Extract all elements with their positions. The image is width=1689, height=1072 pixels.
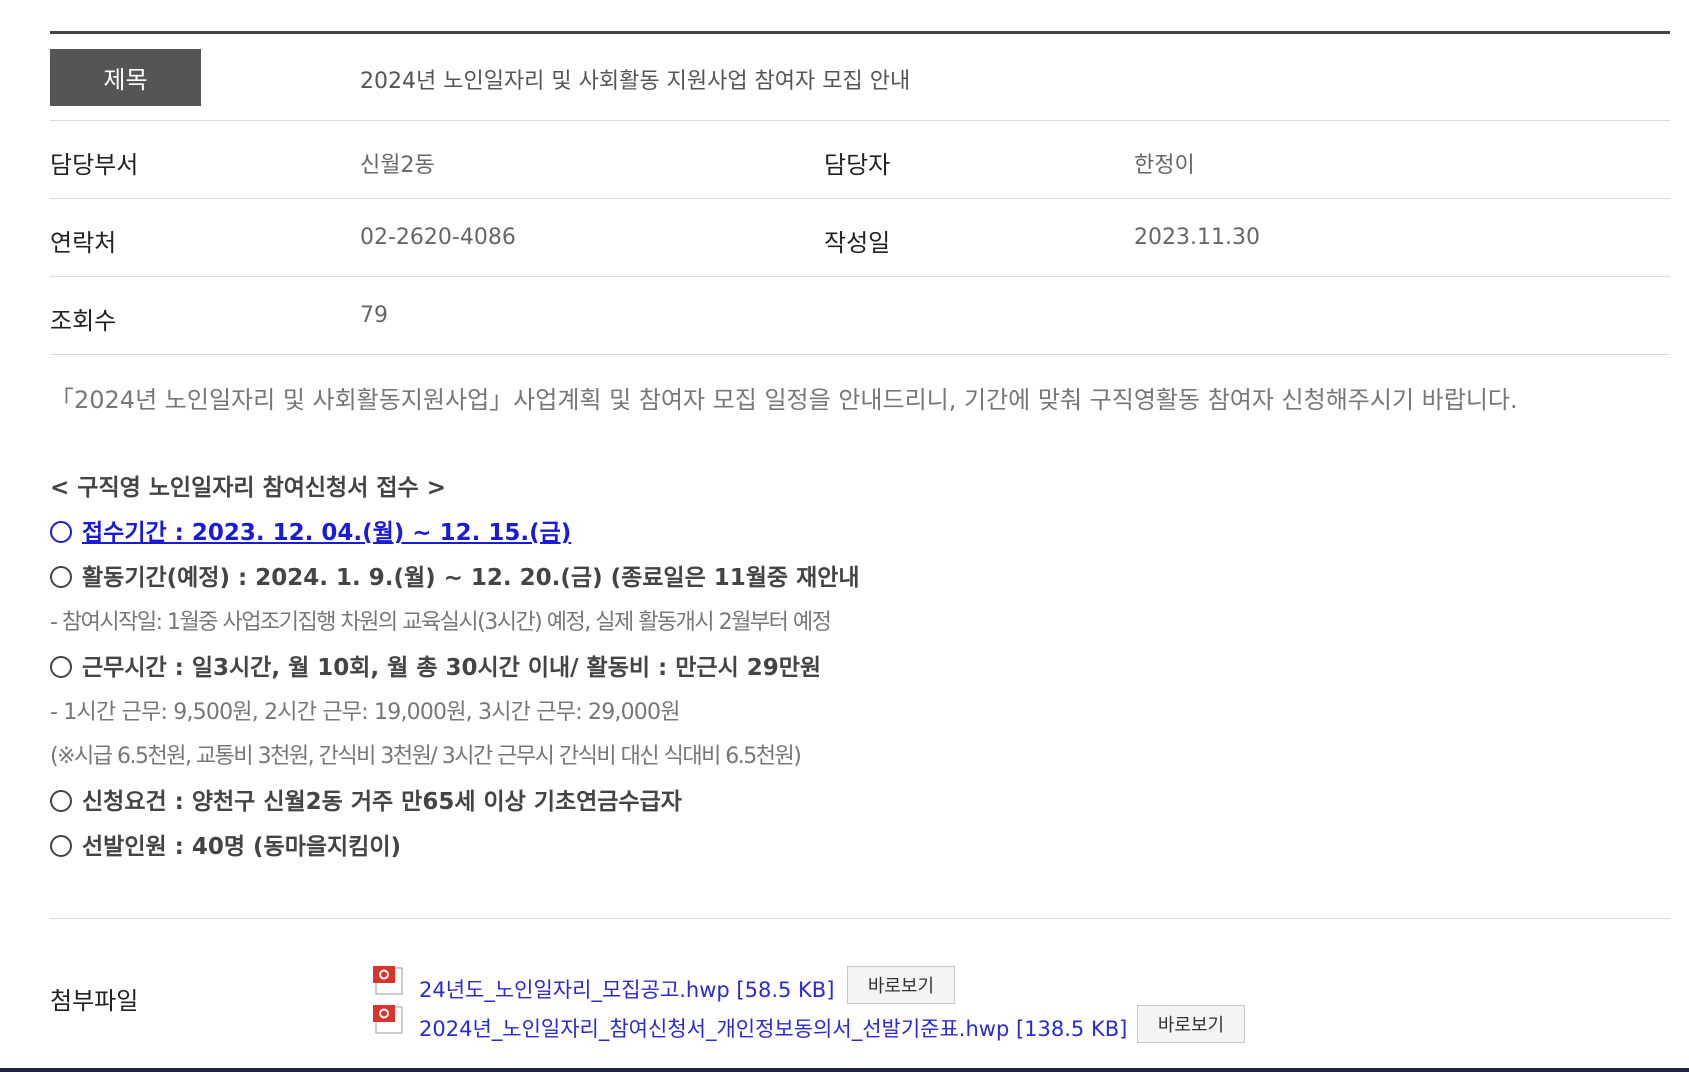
person-value: 한정이 (1134, 153, 1195, 178)
circle-bullet-icon (50, 521, 72, 543)
attachments-divider (50, 918, 1670, 919)
circle-bullet-icon (50, 790, 72, 812)
view-button[interactable]: 바로보기 (1137, 1005, 1245, 1043)
attachment-file-link[interactable]: 24년도_노인일자리_모집공고.hwp [58.5 KB] (419, 974, 834, 1004)
date-label: 작성일 (824, 229, 891, 257)
circle-bullet-icon (50, 656, 72, 678)
worktime-line: 근무시간 : 일3시간, 월 10회, 월 총 30시간 이내/ 활동비 : 만… (50, 648, 821, 682)
views-label: 조회수 (50, 307, 117, 335)
selection-text: 선발인원 : 40명 (동마을지킴이) (82, 834, 402, 860)
post-title: 2024년 노인일자리 및 사회활동 지원사업 참여자 모집 안내 (360, 69, 911, 94)
activity-line: 활동기간(예정) : 2024. 1. 9.(월) ~ 12. 20.(금) (… (50, 558, 860, 592)
dept-label: 담당부서 (50, 151, 139, 179)
intro-text: 「2024년 노인일자리 및 사회활동지원사업」사업계획 및 참여자 모집 일정… (50, 386, 1518, 414)
contact-row: 연락처 02-2620-4086 작성일 2023.11.30 (50, 199, 1670, 277)
view-button[interactable]: 바로보기 (847, 966, 955, 1004)
requirement-line: 신청요건 : 양천구 신월2동 거주 만65세 이상 기초연금수급자 (50, 782, 682, 816)
section-title: < 구직영 노인일자리 참여신청서 접수 > (50, 475, 446, 501)
person-label: 담당자 (824, 151, 891, 179)
activity-note: - 참여시작일: 1월중 사업조기집행 차원의 교육실시(3시간) 예정, 실제… (50, 610, 832, 635)
worktime-text: 근무시간 : 일3시간, 월 10회, 월 총 30시간 이내/ 활동비 : 만… (82, 655, 822, 681)
contact-value: 02-2620-4086 (360, 225, 516, 250)
circle-bullet-icon (50, 835, 72, 857)
title-row: 제목 2024년 노인일자리 및 사회활동 지원사업 참여자 모집 안내 (50, 34, 1670, 121)
title-label-badge: 제목 (50, 49, 201, 106)
dept-row: 담당부서 신월2동 담당자 한정이 (50, 121, 1670, 199)
views-row: 조회수 79 (50, 277, 1670, 355)
views-value: 79 (360, 303, 388, 328)
date-value: 2023.11.30 (1134, 225, 1260, 250)
hwp-file-icon (373, 966, 403, 995)
contact-label: 연락처 (50, 229, 117, 257)
requirement-text: 신청요건 : 양천구 신월2동 거주 만65세 이상 기초연금수급자 (82, 789, 682, 815)
pay-note: - 1시간 근무: 9,500원, 2시간 근무: 19,000원, 3시간 근… (50, 700, 680, 725)
pay-detail: (※시급 6.5천원, 교통비 3천원, 간식비 3천원/ 3시간 근무시 간식… (50, 744, 802, 769)
hwp-file-icon (373, 1005, 403, 1034)
footer-bar (0, 1068, 1689, 1072)
reception-line[interactable]: 접수기간 : 2023. 12. 04.(월) ~ 12. 15.(금) (50, 513, 571, 547)
selection-line: 선발인원 : 40명 (동마을지킴이) (50, 827, 401, 861)
attachment-file-link[interactable]: 2024년_노인일자리_참여신청서_개인정보동의서_선발기준표.hwp [138… (419, 1013, 1127, 1043)
attachments-label: 첨부파일 (50, 987, 139, 1015)
circle-bullet-icon (50, 566, 72, 588)
activity-period: 활동기간(예정) : 2024. 1. 9.(월) ~ 12. 20.(금) (… (82, 565, 860, 591)
reception-period-link[interactable]: 접수기간 : 2023. 12. 04.(월) ~ 12. 15.(금) (82, 520, 571, 546)
dept-value: 신월2동 (360, 153, 435, 178)
